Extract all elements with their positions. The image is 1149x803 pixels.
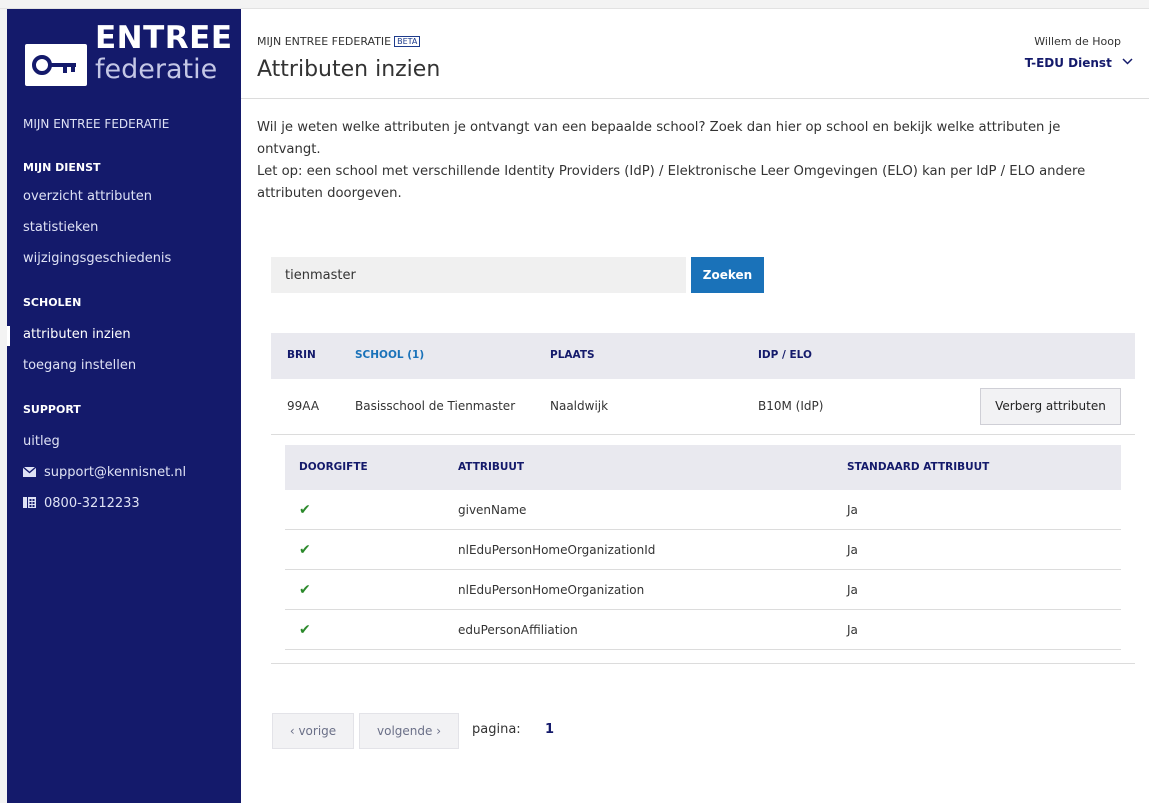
cell-standard: Ja bbox=[847, 583, 858, 597]
cell-attribute-name: nlEduPersonHomeOrganization bbox=[458, 583, 645, 597]
breadcrumb-label[interactable]: MIJN ENTREE FEDERATIE bbox=[257, 35, 391, 48]
sidebar-section-support: SUPPORT bbox=[23, 403, 81, 416]
table-row: ✔ givenName Ja bbox=[285, 490, 1121, 530]
logo-subtitle: federatie bbox=[95, 54, 218, 85]
checkmark-icon: ✔ bbox=[299, 502, 311, 518]
support-phone-label: 0800-3212233 bbox=[44, 496, 140, 511]
mail-icon bbox=[22, 466, 37, 481]
cell-attribute-name: givenName bbox=[458, 503, 527, 517]
intro-text: Wil je weten welke attributen je ontvang… bbox=[257, 117, 1127, 205]
column-school[interactable]: SCHOOL (1) bbox=[355, 349, 424, 361]
checkmark-icon: ✔ bbox=[299, 582, 311, 598]
sidebar-section-mijn-dienst: MIJN DIENST bbox=[23, 161, 101, 174]
table-row: 99AA Basisschool de Tienmaster Naaldwijk… bbox=[271, 379, 1135, 435]
checkmark-icon: ✔ bbox=[299, 622, 311, 638]
table-divider bbox=[271, 663, 1135, 664]
sidebar-item-uitleg[interactable]: uitleg bbox=[23, 434, 60, 449]
table-row: ✔ eduPersonAffiliation Ja bbox=[285, 610, 1121, 650]
column-plaats: PLAATS bbox=[550, 349, 595, 361]
cell-standard: Ja bbox=[847, 623, 858, 637]
cell-plaats: Naaldwijk bbox=[550, 399, 609, 413]
logo-title: ENTREE bbox=[95, 20, 233, 56]
page-title: Attributen inzien bbox=[257, 57, 441, 82]
search-button[interactable]: Zoeken bbox=[691, 257, 764, 293]
sidebar-item-mijn-entree-federatie[interactable]: MIJN ENTREE FEDERATIE bbox=[23, 117, 169, 131]
checkmark-icon: ✔ bbox=[299, 542, 311, 558]
beta-badge: BETA bbox=[394, 36, 421, 47]
support-email-label: support@kennisnet.nl bbox=[44, 465, 187, 480]
cell-standard: Ja bbox=[847, 543, 858, 557]
top-border bbox=[0, 0, 1149, 9]
column-idp-elo: IDP / ELO bbox=[758, 349, 812, 361]
entree-logo[interactable]: ENTREE federatie bbox=[25, 20, 232, 88]
current-page-number: 1 bbox=[545, 722, 555, 737]
intro-paragraph-2: Let op: een school met verschillende Ide… bbox=[257, 164, 1086, 201]
sidebar-item-overzicht-attributen[interactable]: overzicht attributen bbox=[23, 189, 152, 204]
table-row: ✔ nlEduPersonHomeOrganization Ja bbox=[285, 570, 1121, 610]
key-icon bbox=[25, 44, 87, 86]
cell-standard: Ja bbox=[847, 503, 858, 517]
school-search-input[interactable] bbox=[271, 257, 686, 293]
sidebar: ENTREE federatie MIJN ENTREE FEDERATIE M… bbox=[7, 9, 241, 803]
sidebar-item-attributen-inzien[interactable]: attributen inzien bbox=[23, 327, 131, 342]
cell-attribute-name: nlEduPersonHomeOrganizationId bbox=[458, 543, 656, 557]
breadcrumb: MIJN ENTREE FEDERATIE BETA bbox=[257, 35, 421, 48]
column-standaard-attribuut: STANDAARD ATTRIBUUT bbox=[847, 461, 990, 473]
sidebar-item-wijzigingsgeschiedenis[interactable]: wijzigingsgeschiedenis bbox=[23, 251, 171, 266]
column-attribuut: ATTRIBUUT bbox=[458, 461, 525, 473]
intro-paragraph-1: Wil je weten welke attributen je ontvang… bbox=[257, 120, 1061, 157]
left-edge bbox=[0, 9, 7, 803]
page-header: MIJN ENTREE FEDERATIE BETA Attributen inz… bbox=[241, 9, 1149, 99]
cell-attribute-name: eduPersonAffiliation bbox=[458, 623, 578, 637]
cell-school: Basisschool de Tienmaster bbox=[355, 399, 516, 413]
attributes-table-header: DOORGIFTE ATTRIBUUT STANDAARD ATTRIBUUT bbox=[285, 445, 1121, 490]
table-row: ✔ nlEduPersonHomeOrganizationId Ja bbox=[285, 530, 1121, 570]
active-indicator bbox=[7, 326, 10, 346]
cell-idp: B10M (IdP) bbox=[758, 399, 824, 413]
sidebar-item-support-email[interactable]: support@kennisnet.nl bbox=[22, 465, 187, 481]
phone-icon bbox=[23, 497, 36, 512]
column-doorgifte: DOORGIFTE bbox=[299, 461, 368, 473]
sidebar-item-toegang-instellen[interactable]: toegang instellen bbox=[23, 358, 136, 373]
results-table-header: BRIN SCHOOL (1) PLAATS IDP / ELO bbox=[271, 333, 1135, 379]
column-brin: BRIN bbox=[287, 349, 316, 361]
sidebar-item-statistieken[interactable]: statistieken bbox=[23, 220, 98, 235]
cell-brin: 99AA bbox=[287, 399, 320, 413]
next-page-button[interactable]: volgende › bbox=[359, 713, 459, 749]
sidebar-section-scholen: SCHOLEN bbox=[23, 296, 82, 309]
chevron-down-icon bbox=[1122, 54, 1133, 68]
org-name: T-EDU Dienst bbox=[1024, 56, 1112, 70]
org-switcher[interactable]: T-EDU Dienst bbox=[1025, 54, 1133, 70]
hide-attributes-button[interactable]: Verberg attributen bbox=[980, 388, 1121, 425]
user-name: Willem de Hoop bbox=[1034, 35, 1121, 48]
previous-page-button[interactable]: ‹ vorige bbox=[272, 713, 354, 749]
page-label: pagina: bbox=[472, 722, 521, 737]
sidebar-item-support-phone[interactable]: 0800-3212233 bbox=[23, 496, 140, 512]
